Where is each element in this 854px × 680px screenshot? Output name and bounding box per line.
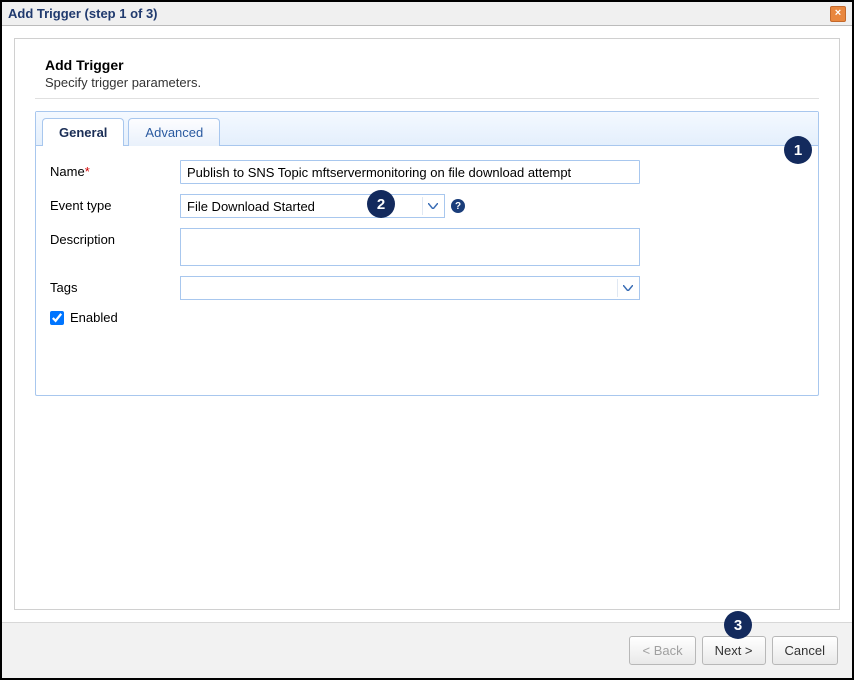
event-type-dropdown[interactable]: File Download Started	[180, 194, 445, 218]
inner-panel: Add Trigger Specify trigger parameters. …	[14, 38, 840, 610]
tab-advanced[interactable]: Advanced	[128, 118, 220, 146]
close-icon[interactable]: ×	[830, 6, 846, 22]
form-body: Name* 1 Event type File Download Started	[36, 146, 818, 395]
description-input[interactable]	[180, 228, 640, 266]
content-area: Add Trigger Specify trigger parameters. …	[2, 26, 852, 622]
row-enabled: Enabled	[50, 310, 804, 325]
chevron-down-icon	[422, 197, 442, 215]
required-asterisk: *	[85, 164, 90, 179]
help-icon[interactable]: ?	[451, 199, 465, 213]
name-input[interactable]	[180, 160, 640, 184]
footer: 3 < Back Next > Cancel	[2, 622, 852, 678]
label-tags: Tags	[50, 276, 180, 295]
back-button: < Back	[629, 636, 695, 665]
label-enabled: Enabled	[70, 310, 118, 325]
row-event-type: Event type File Download Started ? 2	[50, 194, 804, 218]
row-tags: Tags	[50, 276, 804, 300]
chevron-down-icon	[617, 279, 637, 297]
next-button[interactable]: Next >	[702, 636, 766, 665]
tab-general[interactable]: General	[42, 118, 124, 146]
label-description: Description	[50, 228, 180, 247]
form-card: General Advanced Name* 1 Event type	[35, 111, 819, 396]
label-event-type: Event type	[50, 194, 180, 213]
page-subtitle: Specify trigger parameters.	[45, 75, 819, 90]
header-block: Add Trigger Specify trigger parameters.	[35, 53, 819, 99]
titlebar: Add Trigger (step 1 of 3) ×	[2, 2, 852, 26]
row-name: Name* 1	[50, 160, 804, 184]
event-type-value: File Download Started	[187, 199, 315, 214]
cancel-button[interactable]: Cancel	[772, 636, 838, 665]
row-description: Description	[50, 228, 804, 266]
dialog-window: Add Trigger (step 1 of 3) × Add Trigger …	[0, 0, 854, 680]
window-title: Add Trigger (step 1 of 3)	[8, 6, 158, 21]
tags-dropdown[interactable]	[180, 276, 640, 300]
page-title: Add Trigger	[45, 57, 819, 73]
label-name: Name*	[50, 160, 180, 179]
enabled-checkbox[interactable]	[50, 311, 64, 325]
tabstrip: General Advanced	[36, 112, 818, 146]
